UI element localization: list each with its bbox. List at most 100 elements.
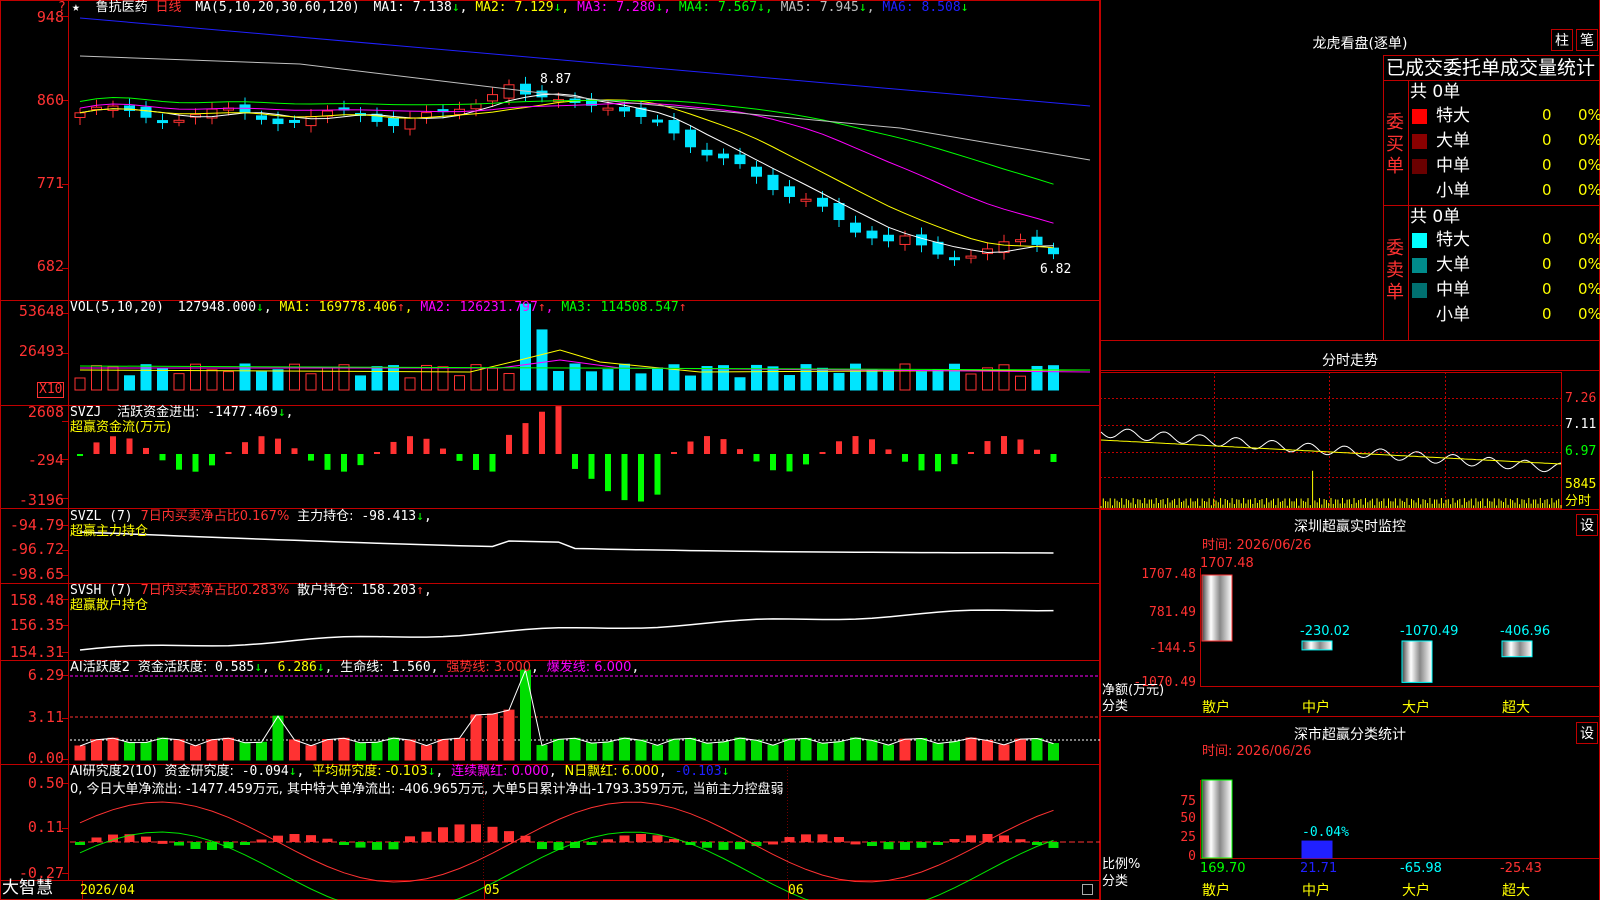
monitor-ytick: 1707.48: [1141, 567, 1196, 582]
vol-ma1-line: [79, 349, 1091, 373]
monitor-bar-value: -230.02: [1300, 624, 1351, 639]
order-percent: 0%: [1578, 156, 1600, 174]
vol-header: VOL(5,10,20) 127948.000↓, MA1: 169778.40…: [70, 300, 687, 315]
order-percent: 0%: [1578, 106, 1600, 124]
aiyj-bar: [867, 842, 877, 847]
aiyj-bar: [240, 842, 250, 845]
stock-name[interactable]: 鲁抗医药: [96, 0, 148, 15]
aiyj-bar: [702, 842, 712, 848]
svzj-bar: [869, 439, 875, 454]
kline-ytick: 771: [36, 174, 64, 192]
aihy-bar: [1048, 743, 1059, 761]
classify-category: 超大: [1502, 883, 1530, 899]
aiyj-bar: [454, 824, 465, 842]
aihy-bar: [619, 737, 630, 761]
monitor-category: 超大: [1502, 700, 1530, 716]
aihy-bar: [899, 738, 911, 761]
classify-category: 散户: [1202, 883, 1230, 899]
aihy-bar: [74, 745, 86, 761]
aihy-bar: [322, 739, 333, 761]
svzj-bar: [572, 454, 578, 469]
kline-candle: [1015, 239, 1026, 243]
buy-total: 共 0单: [1410, 82, 1461, 102]
aihy-bar: [833, 741, 845, 761]
lock-icon[interactable]: [1082, 884, 1093, 895]
aiyj-bar: [619, 835, 630, 842]
classify-settings-button[interactable]: 设: [1576, 722, 1598, 744]
aiyj-bar: [933, 842, 943, 845]
fenshi-price-line: [1100, 428, 1562, 473]
vol-bar: [652, 367, 663, 391]
monitor-ytick: -144.5: [1149, 641, 1196, 656]
vol-bar: [355, 375, 366, 391]
legend-swatch: [1412, 233, 1427, 248]
svzl-subtitle: 超赢主力持仓: [70, 524, 149, 539]
svzj-bar: [374, 452, 380, 454]
order-type-label: 小单: [1436, 305, 1470, 325]
kline-candle: [74, 112, 86, 119]
period-label[interactable]: 日线: [156, 0, 182, 15]
vol-unit-badge[interactable]: X10: [37, 382, 65, 398]
aihy-bar: [751, 739, 762, 761]
aiyj-bar: [1015, 839, 1026, 843]
kline-candle: [305, 115, 317, 127]
vol-bar: [767, 366, 779, 391]
svzj-bar: [489, 454, 496, 472]
aiyj-bar: [273, 835, 283, 842]
svzl-header: SVZL (7) 7日内买卖净占比0.167% 主力持仓: -98.413↓,: [70, 509, 432, 524]
vol-bar: [74, 377, 86, 391]
vol-bar: [503, 373, 515, 391]
aiyj-bar: [75, 842, 85, 845]
vol-bar: [586, 371, 597, 391]
kline-candle: [256, 115, 267, 120]
svzl-ytick: -94.79: [9, 516, 64, 534]
bar-mode-button[interactable]: 柱: [1551, 29, 1573, 51]
aiyj-ytick: 0.11: [27, 818, 64, 836]
ma4-value: MA4: 7.567↓,: [678, 0, 773, 15]
order-type-label: 大单: [1436, 255, 1470, 275]
fenshi-ytick: 7.26: [1565, 391, 1597, 406]
order-count: 0: [1542, 280, 1552, 298]
aiyj-bar: [900, 842, 910, 850]
order-type-label: 中单: [1436, 156, 1470, 176]
svzj-bar: [935, 454, 941, 472]
classify-category: 大户: [1402, 883, 1430, 899]
vol-bar: [784, 375, 795, 391]
monitor-bar: [1201, 574, 1233, 642]
aiyj-bar: [306, 835, 316, 842]
svzj-bar: [605, 454, 611, 492]
svzj-ytick: -3196: [18, 491, 64, 509]
monitor-settings-button[interactable]: 设: [1576, 514, 1598, 536]
aiyj-bar: [438, 827, 448, 842]
classify-ylabel: 比例%: [1102, 857, 1141, 872]
aiyj-bar: [471, 824, 481, 842]
brand-logo[interactable]: 大智慧: [2, 880, 53, 897]
aihy-bar: [223, 737, 234, 761]
svzj-bar: [671, 452, 677, 454]
vol-bar: [157, 367, 168, 391]
kline-ytick: 860: [36, 91, 64, 109]
order-percent: 0%: [1578, 280, 1600, 298]
kline-candle: [850, 222, 861, 233]
kline-candle: [487, 94, 498, 102]
kline-candle: [1031, 236, 1043, 245]
monitor-bar-value: -406.96: [1500, 624, 1551, 639]
order-percent: 0%: [1578, 131, 1600, 149]
aihy-bar: [355, 742, 366, 761]
svsh-line: [79, 609, 1054, 651]
ma2-line: [79, 99, 1054, 249]
legend-swatch: [1412, 109, 1427, 124]
buy-side-label: 委买单: [1386, 112, 1404, 177]
aiyj-bar: [1048, 842, 1059, 848]
vol-bar: [899, 363, 911, 391]
order-percent: 0%: [1578, 255, 1600, 273]
svzj-bar: [819, 452, 826, 454]
vol-bar: [371, 366, 383, 391]
star-icon[interactable]: ★: [72, 0, 80, 15]
tick-mode-button[interactable]: 笔: [1576, 29, 1598, 51]
classify-bar: [1201, 779, 1233, 859]
svzj-subtitle: 超赢资金流(万元): [70, 420, 172, 435]
legend-swatch: [1412, 134, 1427, 149]
order-count: 0: [1542, 230, 1552, 248]
svzj-bar: [159, 454, 166, 461]
